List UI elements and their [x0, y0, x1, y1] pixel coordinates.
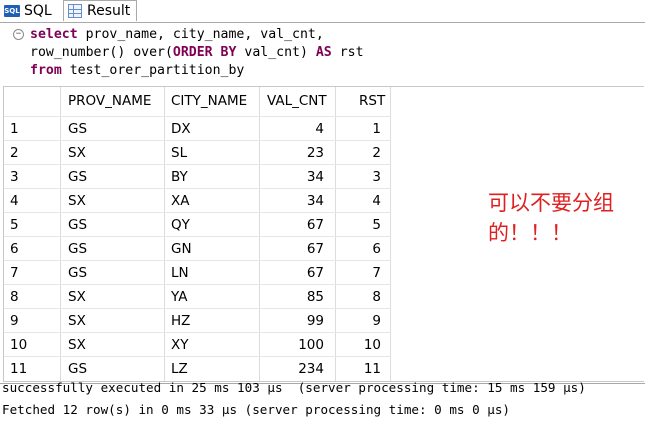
- cell-rst[interactable]: 8: [338, 285, 381, 309]
- code-line-2: row_number() over(ORDER BY val_cnt) AS r…: [30, 44, 364, 62]
- table-row[interactable]: 6 GS GN 67 6: [4, 236, 391, 261]
- cell-val-cnt[interactable]: 234: [262, 357, 324, 381]
- table-row[interactable]: 3 GS BY 34 3: [4, 164, 391, 189]
- cell-rst[interactable]: 9: [338, 309, 381, 333]
- sql-code: select prov_name, city_name, val_cnt, row…: [30, 26, 364, 80]
- collapse-icon[interactable]: −: [13, 29, 24, 40]
- cell-prov-name[interactable]: SX: [68, 189, 158, 213]
- annotation-line-1: 可以不要分组: [488, 191, 614, 215]
- cell-val-cnt[interactable]: 67: [262, 213, 324, 237]
- keyword-order-by: ORDER BY: [172, 45, 237, 60]
- tab-result-label: Result: [87, 3, 131, 19]
- cell-rst[interactable]: 2: [338, 141, 381, 165]
- cell-city-name[interactable]: HZ: [171, 309, 256, 333]
- table-row[interactable]: 10 SX XY 100 10: [4, 332, 391, 357]
- cell-city-name[interactable]: QY: [171, 213, 256, 237]
- status-line-executed: successfully executed in 25 ms 103 µs (s…: [2, 380, 586, 395]
- cell-val-cnt[interactable]: 34: [262, 165, 324, 189]
- cell-city-name[interactable]: XA: [171, 189, 256, 213]
- tab-result[interactable]: Result: [63, 0, 138, 21]
- cell-city-name[interactable]: YA: [171, 285, 256, 309]
- cell-prov-name[interactable]: GS: [68, 261, 158, 285]
- keyword-from: from: [30, 63, 62, 78]
- sql-icon: SQL: [4, 5, 20, 17]
- column-header-prov-name[interactable]: PROV_NAME: [68, 87, 151, 116]
- table-row[interactable]: 9 SX HZ 99 9: [4, 308, 391, 333]
- keyword-select: select: [30, 27, 78, 42]
- cell-rst[interactable]: 11: [338, 357, 381, 381]
- cell-rst[interactable]: 1: [338, 117, 381, 141]
- cell-val-cnt[interactable]: 100: [262, 333, 324, 357]
- row-number[interactable]: 6: [10, 237, 50, 261]
- cell-city-name[interactable]: LN: [171, 261, 256, 285]
- table-row[interactable]: 1 GS DX 4 1: [4, 116, 391, 141]
- red-annotation: 可以不要分组 的！！！: [488, 188, 645, 248]
- table-row[interactable]: 7 GS LN 67 7: [4, 260, 391, 285]
- cell-city-name[interactable]: DX: [171, 117, 256, 141]
- column-header-city-name[interactable]: CITY_NAME: [171, 87, 247, 116]
- cell-prov-name[interactable]: SX: [68, 141, 158, 165]
- table-row[interactable]: 8 SX YA 85 8: [4, 284, 391, 309]
- cell-val-cnt[interactable]: 99: [262, 309, 324, 333]
- cell-prov-name[interactable]: SX: [68, 309, 158, 333]
- cell-city-name[interactable]: SL: [171, 141, 256, 165]
- row-number[interactable]: 9: [10, 309, 50, 333]
- cell-val-cnt[interactable]: 67: [262, 261, 324, 285]
- cell-rst[interactable]: 4: [338, 189, 381, 213]
- cell-val-cnt[interactable]: 4: [262, 117, 324, 141]
- cell-city-name[interactable]: GN: [171, 237, 256, 261]
- tab-sql[interactable]: SQL SQL: [4, 1, 52, 21]
- row-number[interactable]: 2: [10, 141, 50, 165]
- row-number[interactable]: 11: [10, 357, 50, 381]
- cell-prov-name[interactable]: SX: [68, 333, 158, 357]
- cell-val-cnt[interactable]: 67: [262, 237, 324, 261]
- row-number[interactable]: 8: [10, 285, 50, 309]
- cell-rst[interactable]: 5: [338, 213, 381, 237]
- sql-editor[interactable]: − select prov_name, city_name, val_cnt, r…: [0, 22, 645, 83]
- row-number[interactable]: 1: [10, 117, 50, 141]
- column-header-rst[interactable]: RST: [359, 87, 385, 116]
- cell-rst[interactable]: 6: [338, 237, 381, 261]
- cell-rst[interactable]: 10: [338, 333, 381, 357]
- keyword-as: AS: [315, 45, 332, 60]
- row-number[interactable]: 5: [10, 213, 50, 237]
- code-text: rst: [331, 45, 364, 60]
- cell-prov-name[interactable]: SX: [68, 285, 158, 309]
- cell-rst[interactable]: 3: [338, 165, 381, 189]
- annotation-line-2: 的！！！: [488, 221, 572, 245]
- cell-city-name[interactable]: LZ: [171, 357, 256, 381]
- cell-prov-name[interactable]: GS: [68, 117, 158, 141]
- cell-val-cnt[interactable]: 23: [262, 141, 324, 165]
- table-row[interactable]: 5 GS QY 67 5: [4, 212, 391, 237]
- table-row[interactable]: 4 SX XA 34 4: [4, 188, 391, 213]
- row-number[interactable]: 7: [10, 261, 50, 285]
- cell-val-cnt[interactable]: 34: [262, 189, 324, 213]
- code-line-3: from test_orer_partition_by: [30, 62, 364, 80]
- cell-val-cnt[interactable]: 85: [262, 285, 324, 309]
- tab-sql-label: SQL: [24, 3, 52, 19]
- cell-rst[interactable]: 7: [338, 261, 381, 285]
- cell-prov-name[interactable]: GS: [68, 237, 158, 261]
- cell-prov-name[interactable]: GS: [68, 165, 158, 189]
- table-row[interactable]: 2 SX SL 23 2: [4, 140, 391, 165]
- tab-bar: SQL SQL Result: [0, 0, 645, 22]
- code-text: prov_name, city_name, val_cnt,: [77, 27, 324, 42]
- grid-header: PROV_NAME CITY_NAME VAL_CNT RST: [4, 87, 644, 116]
- result-grid-icon: [68, 4, 82, 18]
- cell-prov-name[interactable]: GS: [68, 357, 158, 381]
- column-header-val-cnt[interactable]: VAL_CNT: [267, 87, 327, 116]
- cell-city-name[interactable]: XY: [171, 333, 256, 357]
- code-text: val_cnt): [236, 45, 316, 60]
- code-text: row_number() over(: [30, 45, 173, 60]
- row-number[interactable]: 3: [10, 165, 50, 189]
- status-line-fetched: Fetched 12 row(s) in 0 ms 33 µs (server …: [2, 402, 510, 417]
- table-row[interactable]: 11 GS LZ 234 11: [4, 356, 391, 381]
- code-text: test_orer_partition_by: [61, 63, 245, 78]
- cell-city-name[interactable]: BY: [171, 165, 256, 189]
- code-line-1: select prov_name, city_name, val_cnt,: [30, 26, 364, 44]
- cell-prov-name[interactable]: GS: [68, 213, 158, 237]
- row-number[interactable]: 10: [10, 333, 50, 357]
- row-number[interactable]: 4: [10, 189, 50, 213]
- status-output: successfully executed in 25 ms 103 µs (s…: [0, 380, 645, 427]
